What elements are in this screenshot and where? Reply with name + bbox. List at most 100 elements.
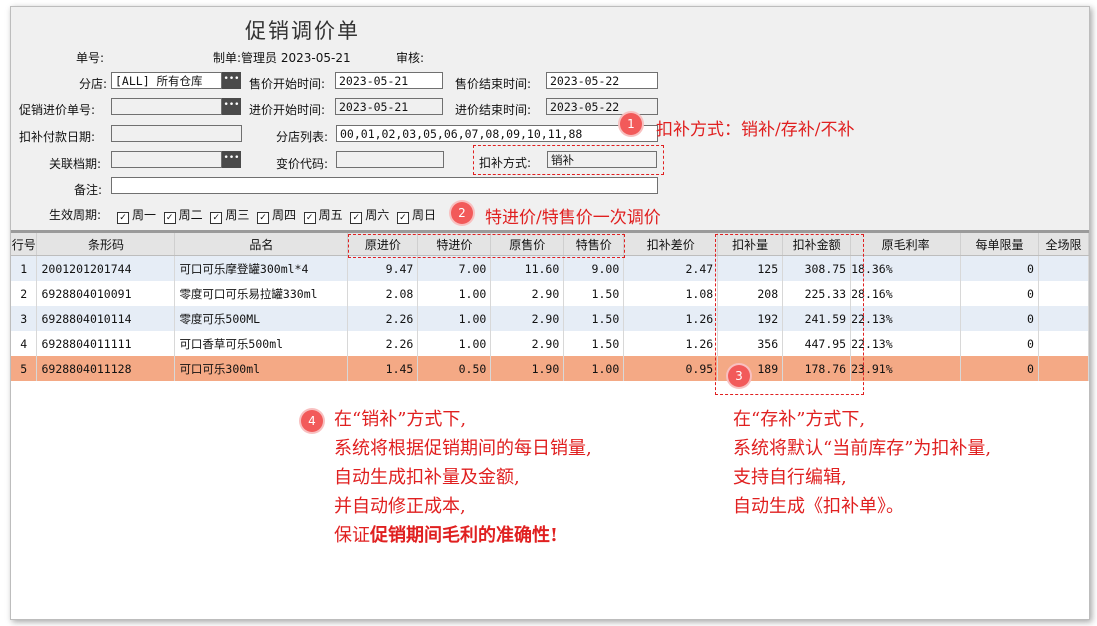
note-right: 在“存补”方式下, 系统将默认“当前库存”为扣补量, 支持自行编辑, 自动生成《…	[733, 405, 991, 521]
margin-cell: 22.13%	[850, 306, 962, 331]
special-purchase-cell: 1.00	[417, 281, 492, 306]
order-no-label: 单号:	[76, 51, 105, 65]
purchase-start-field[interactable]: 2023-05-21	[335, 98, 443, 115]
day-checkbox-wed[interactable]: ✓ 周三	[210, 208, 249, 224]
sale-start-field[interactable]: 2023-05-21	[335, 72, 443, 89]
total-limit-cell	[1038, 356, 1089, 381]
limit-cell: 0	[960, 356, 1039, 381]
table-row[interactable]: 1 2001201201744 可口可乐摩登罐300ml*4 9.47 7.00…	[11, 255, 1089, 281]
document-window: 促销调价单 单号: 制单:管理员 2023-05-21 审核: 分店: [ALL…	[10, 6, 1090, 620]
note-line: 系统将根据促销期间的每日销量,	[334, 438, 592, 459]
day-checkbox-tue[interactable]: ✓ 周二	[163, 208, 203, 224]
col-header[interactable]: 每单限量	[960, 233, 1039, 256]
note-line: 保证促销期间毛利的准确性!	[334, 521, 592, 550]
callout-2-text: 特进价/特售价一次调价	[485, 208, 661, 228]
sale-end-label: 售价结束时间:	[455, 77, 532, 91]
limit-cell: 0	[960, 255, 1039, 281]
day-checkbox-sun[interactable]: ✓ 周日	[396, 208, 436, 224]
note-suffix: !	[550, 525, 558, 546]
promo-purchase-lookup-button[interactable]: •••	[222, 98, 241, 115]
callout-2-badge: 2	[451, 202, 473, 224]
margin-cell: 18.36%	[850, 255, 962, 281]
barcode-cell: 6928804011111	[36, 331, 176, 356]
purchase-start-label: 进价开始时间:	[249, 103, 326, 117]
table-row[interactable]: 4 6928804011111 可口香草可乐500ml 2.26 1.00 2.…	[11, 331, 1089, 356]
orig-sale-cell: 2.90	[490, 281, 565, 306]
related-field[interactable]	[111, 151, 222, 168]
special-purchase-cell: 1.00	[417, 331, 492, 356]
branch-label: 分店:	[79, 77, 108, 91]
special-purchase-cell: 1.00	[417, 306, 492, 331]
day-label: 周日	[411, 208, 436, 222]
deduct-diff-cell: 1.26	[623, 331, 719, 356]
col-header[interactable]: 品名	[174, 233, 349, 256]
checkbox-icon: ✓	[210, 212, 223, 224]
purchase-end-field[interactable]: 2023-05-22	[546, 98, 658, 115]
day-checkbox-thu[interactable]: ✓ 周四	[256, 208, 296, 224]
limit-cell: 0	[960, 306, 1039, 331]
orig-sale-cell: 1.90	[490, 356, 565, 381]
day-checkbox-sat[interactable]: ✓ 周六	[350, 208, 390, 224]
change-code-field[interactable]	[336, 151, 444, 168]
checkbox-icon: ✓	[303, 212, 316, 224]
limit-cell: 0	[960, 331, 1039, 356]
col-header[interactable]: 行号	[11, 233, 38, 256]
table-row[interactable]: 2 6928804010091 零度可口可乐易拉罐330ml 2.08 1.00…	[11, 281, 1089, 306]
special-sale-cell: 1.50	[563, 306, 625, 331]
special-purchase-cell: 0.50	[417, 356, 492, 381]
margin-cell: 28.16%	[850, 281, 962, 306]
change-code-label: 变价代码:	[276, 157, 329, 171]
special-sale-cell: 1.50	[563, 281, 625, 306]
table-row[interactable]: 3 6928804010114 零度可乐500ML 2.26 1.00 2.90…	[11, 306, 1089, 331]
row-number: 1	[11, 255, 38, 281]
day-checkbox-fri[interactable]: ✓ 周五	[303, 208, 343, 224]
deduct-diff-cell: 1.26	[623, 306, 719, 331]
barcode-cell: 6928804010091	[36, 281, 176, 306]
promo-purchase-label: 促销进价单号:	[19, 103, 96, 117]
note-line: 系统将默认“当前库存”为扣补量,	[733, 438, 992, 459]
callout-1-box	[473, 145, 664, 175]
note-left: 在“销补”方式下, 系统将根据促销期间的每日销量, 自动生成扣补量及金额, 并自…	[334, 405, 592, 550]
deduct-date-field[interactable]	[111, 125, 242, 142]
deduct-diff-cell: 0.95	[623, 356, 719, 381]
product-name-cell: 可口可乐摩登罐300ml*4	[174, 255, 349, 281]
col-header[interactable]: 原毛利率	[850, 233, 962, 256]
special-purchase-cell: 7.00	[417, 255, 492, 281]
col-header[interactable]: 扣补差价	[623, 233, 719, 256]
note-line: 支持自行编辑,	[733, 467, 847, 488]
day-checkbox-mon[interactable]: ✓ 周一	[117, 208, 156, 224]
day-label: 周五	[318, 208, 343, 222]
day-label: 周六	[365, 208, 390, 222]
product-name-cell: 零度可乐500ML	[174, 306, 349, 331]
audit-label: 审核:	[396, 51, 425, 65]
promo-purchase-field[interactable]	[111, 98, 222, 115]
orig-purchase-cell: 9.47	[347, 255, 419, 281]
checkbox-icon: ✓	[163, 212, 176, 224]
branch-lookup-button[interactable]: •••	[222, 72, 241, 89]
row-number: 3	[11, 306, 38, 331]
branch-field[interactable]: [ALL] 所有仓库	[111, 72, 222, 89]
row-number: 5	[11, 356, 38, 381]
callout-3-badge: 3	[728, 365, 750, 387]
special-sale-cell: 9.00	[563, 255, 625, 281]
remark-field[interactable]	[111, 177, 658, 194]
related-lookup-button[interactable]: •••	[222, 151, 241, 168]
barcode-cell: 6928804010114	[36, 306, 176, 331]
col-header[interactable]: 条形码	[36, 233, 176, 256]
sale-end-field[interactable]: 2023-05-22	[546, 72, 658, 89]
col-header[interactable]: 全场限	[1038, 233, 1089, 256]
branch-list-field[interactable]: 00,01,02,03,05,06,07,08,09,10,11,88	[336, 125, 658, 142]
orig-sale-cell: 11.60	[490, 255, 565, 281]
total-limit-cell	[1038, 306, 1089, 331]
deduct-diff-cell: 1.08	[623, 281, 719, 306]
note-line: 并自动修正成本,	[334, 496, 466, 517]
checkbox-icon: ✓	[256, 212, 269, 224]
row-number: 2	[11, 281, 38, 306]
cycle-label: 生效周期:	[49, 208, 102, 222]
callout-1-badge: 1	[620, 113, 642, 135]
note-line: 自动生成《扣补单》。	[733, 496, 904, 517]
table-row-selected[interactable]: 5 6928804011128 可口可乐300ml 1.45 0.50 1.90…	[11, 356, 1089, 381]
deduct-diff-cell: 2.47	[623, 255, 719, 281]
total-limit-cell	[1038, 281, 1089, 306]
weekday-checkboxes: ✓ 周一 ✓ 周二 ✓ 周三 ✓ 周四 ✓ 周五 ✓ 周六 ✓ 周日	[117, 206, 436, 224]
